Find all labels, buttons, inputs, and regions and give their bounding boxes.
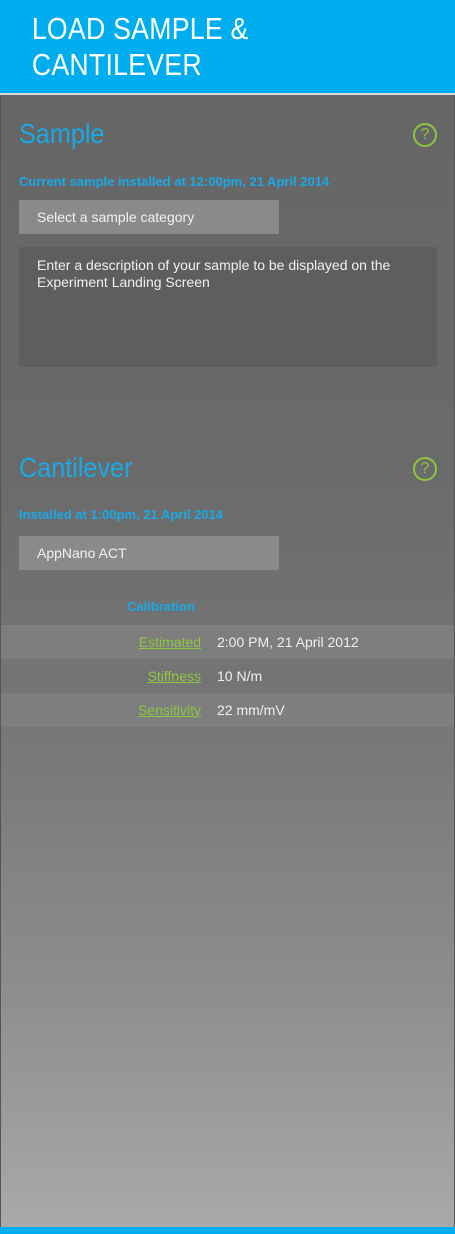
- calibration-label-stiffness[interactable]: Stiffness: [1, 668, 201, 684]
- sample-installed-text: Current sample installed at 12:00pm, 21 …: [19, 174, 330, 189]
- calibration-value-estimated: 2:00 PM, 21 April 2012: [217, 634, 359, 650]
- sample-category-select[interactable]: Select a sample category: [19, 200, 279, 234]
- cantilever-model-select[interactable]: AppNano ACT: [19, 536, 279, 570]
- calibration-row-sensitivity: Sensitivity 22 mm/mV: [1, 693, 454, 727]
- calibration-row-estimated: Estimated 2:00 PM, 21 April 2012: [1, 625, 454, 659]
- calibration-label-sensitivity[interactable]: Sensitivity: [1, 702, 201, 718]
- cantilever-installed-text: Installed at 1:00pm, 21 April 2014: [19, 507, 223, 522]
- sample-section-title: Sample: [19, 118, 105, 149]
- cantilever-section-title: Cantilever: [19, 452, 133, 483]
- calibration-row-stiffness: Stiffness 10 N/m: [1, 659, 454, 693]
- page-title: LOAD SAMPLE & CANTILEVER: [31, 10, 249, 82]
- calibration-heading: Calibration: [127, 599, 195, 614]
- cantilever-help-icon[interactable]: ?: [413, 457, 437, 481]
- sample-description-field[interactable]: Enter a description of your sample to be…: [19, 247, 437, 367]
- calibration-label-estimated[interactable]: Estimated: [1, 634, 201, 650]
- calibration-value-sensitivity: 22 mm/mV: [217, 702, 285, 718]
- sample-help-icon[interactable]: ?: [413, 123, 437, 147]
- main-panel: Sample ? Current sample installed at 12:…: [0, 95, 455, 1227]
- footer-bar: [0, 1227, 455, 1234]
- header-bar: LOAD SAMPLE & CANTILEVER: [0, 0, 455, 95]
- calibration-value-stiffness: 10 N/m: [217, 668, 263, 684]
